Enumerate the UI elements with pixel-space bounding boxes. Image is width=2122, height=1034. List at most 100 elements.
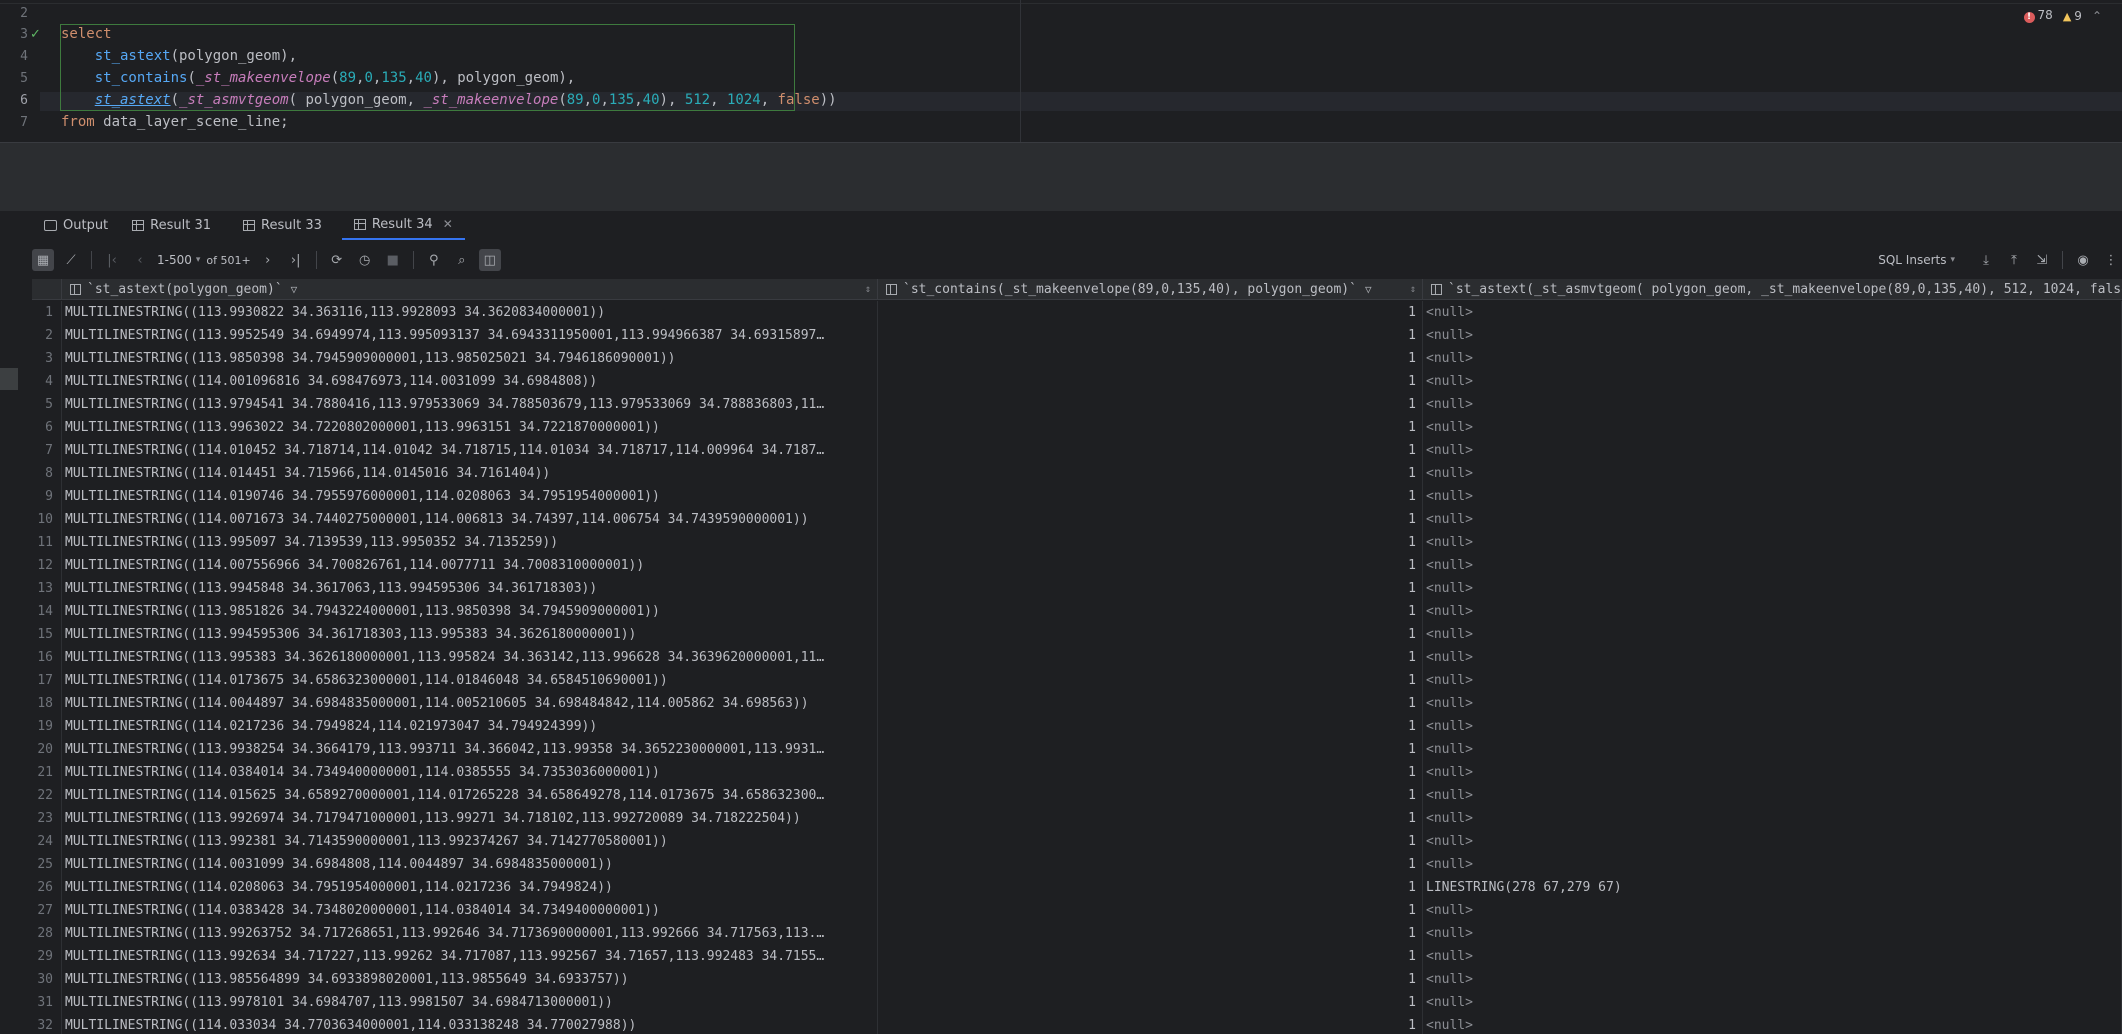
- table-row[interactable]: 28 MULTILINESTRING((113.99263752 34.71726…: [32, 922, 2122, 945]
- output-format-dropdown[interactable]: SQL Inserts ▾: [1878, 253, 1955, 267]
- cell-asmvtgeom[interactable]: <null>: [1423, 945, 2122, 968]
- upload-icon[interactable]: ⤒: [2003, 249, 2025, 271]
- cell-astext[interactable]: MULTILINESTRING((113.9952549 34.6949974,…: [62, 324, 878, 347]
- table-row[interactable]: 29 MULTILINESTRING((113.992634 34.717227,…: [32, 945, 2122, 968]
- cell-contains[interactable]: 1: [878, 853, 1423, 876]
- cell-asmvtgeom[interactable]: <null>: [1423, 393, 2122, 416]
- filter-icon[interactable]: ▽: [1365, 283, 1372, 296]
- table-row[interactable]: 24 MULTILINESTRING((113.992381 34.7143590…: [32, 830, 2122, 853]
- results-grid[interactable]: `st_astext(polygon_geom)` ▽ ⇕ `st_contai…: [32, 279, 2122, 1034]
- cell-astext[interactable]: MULTILINESTRING((113.99263752 34.7172686…: [62, 922, 878, 945]
- table-row[interactable]: 11 MULTILINESTRING((113.995097 34.7139539…: [32, 531, 2122, 554]
- page-size-dropdown[interactable]: 1-500 ▾: [157, 253, 200, 267]
- cell-asmvtgeom[interactable]: <null>: [1423, 600, 2122, 623]
- search-icon[interactable]: ⌕: [451, 249, 473, 271]
- cell-contains[interactable]: 1: [878, 1014, 1423, 1034]
- cell-astext[interactable]: MULTILINESTRING((114.001096816 34.698476…: [62, 370, 878, 393]
- cell-contains[interactable]: 1: [878, 347, 1423, 370]
- cell-astext[interactable]: MULTILINESTRING((114.007556966 34.700826…: [62, 554, 878, 577]
- cell-asmvtgeom[interactable]: <null>: [1423, 968, 2122, 991]
- cell-contains[interactable]: 1: [878, 876, 1423, 899]
- page-total[interactable]: of 501+: [206, 254, 250, 267]
- errors-indicator[interactable]: ! 78: [2023, 8, 2053, 23]
- cell-asmvtgeom[interactable]: <null>: [1423, 646, 2122, 669]
- code-line[interactable]: st_astext(_st_asmvtgeom( polygon_geom, _…: [61, 92, 837, 108]
- cell-astext[interactable]: MULTILINESTRING((114.014451 34.715966,11…: [62, 462, 878, 485]
- table-row[interactable]: 15 MULTILINESTRING((113.994595306 34.3617…: [32, 623, 2122, 646]
- cell-asmvtgeom[interactable]: <null>: [1423, 738, 2122, 761]
- previous-page-icon[interactable]: ‹: [129, 249, 151, 271]
- cell-contains[interactable]: 1: [878, 485, 1423, 508]
- cell-astext[interactable]: MULTILINESTRING((113.992381 34.714359000…: [62, 830, 878, 853]
- cell-asmvtgeom[interactable]: <null>: [1423, 508, 2122, 531]
- cell-contains[interactable]: 1: [878, 439, 1423, 462]
- refresh-icon[interactable]: ⟳: [326, 249, 348, 271]
- cell-contains[interactable]: 1: [878, 922, 1423, 945]
- cell-astext[interactable]: MULTILINESTRING((114.0071673 34.74402750…: [62, 508, 878, 531]
- table-row[interactable]: 3 MULTILINESTRING((113.9850398 34.7945909…: [32, 347, 2122, 370]
- cell-astext[interactable]: MULTILINESTRING((113.995383 34.362618000…: [62, 646, 878, 669]
- column-header-asmvtgeom[interactable]: `st_astext(_st_asmvtgeom( polygon_geom, …: [1423, 279, 2122, 300]
- first-page-icon[interactable]: |‹: [101, 249, 123, 271]
- table-row[interactable]: 10 MULTILINESTRING((114.0071673 34.744027…: [32, 508, 2122, 531]
- cell-asmvtgeom[interactable]: <null>: [1423, 301, 2122, 324]
- cell-astext[interactable]: MULTILINESTRING((114.0217236 34.7949824,…: [62, 715, 878, 738]
- cell-contains[interactable]: 1: [878, 301, 1423, 324]
- cell-astext[interactable]: MULTILINESTRING((114.010452 34.718714,11…: [62, 439, 878, 462]
- cell-contains[interactable]: 1: [878, 991, 1423, 1014]
- cell-astext[interactable]: MULTILINESTRING((114.0383428 34.73480200…: [62, 899, 878, 922]
- cell-astext[interactable]: MULTILINESTRING((113.992634 34.717227,11…: [62, 945, 878, 968]
- cell-asmvtgeom[interactable]: <null>: [1423, 1014, 2122, 1034]
- last-page-icon[interactable]: ›|: [285, 249, 307, 271]
- cell-contains[interactable]: 1: [878, 784, 1423, 807]
- cell-asmvtgeom[interactable]: <null>: [1423, 370, 2122, 393]
- cell-asmvtgeom[interactable]: <null>: [1423, 853, 2122, 876]
- cell-contains[interactable]: 1: [878, 416, 1423, 439]
- table-row[interactable]: 21 MULTILINESTRING((114.0384014 34.734940…: [32, 761, 2122, 784]
- cell-contains[interactable]: 1: [878, 600, 1423, 623]
- tab-result-33[interactable]: Result 33: [231, 210, 334, 240]
- table-row[interactable]: 25 MULTILINESTRING((114.0031099 34.698480…: [32, 853, 2122, 876]
- table-row[interactable]: 17 MULTILINESTRING((114.0173675 34.658632…: [32, 669, 2122, 692]
- table-row[interactable]: 19 MULTILINESTRING((114.0217236 34.794982…: [32, 715, 2122, 738]
- table-row[interactable]: 2 MULTILINESTRING((113.9952549 34.6949974…: [32, 324, 2122, 347]
- table-row[interactable]: 18 MULTILINESTRING((114.0044897 34.698483…: [32, 692, 2122, 715]
- cell-contains[interactable]: 1: [878, 715, 1423, 738]
- cell-astext[interactable]: MULTILINESTRING((113.9930822 34.363116,1…: [62, 301, 878, 324]
- table-row[interactable]: 9 MULTILINESTRING((114.0190746 34.7955976…: [32, 485, 2122, 508]
- cell-asmvtgeom[interactable]: <null>: [1423, 485, 2122, 508]
- cell-asmvtgeom[interactable]: <null>: [1423, 807, 2122, 830]
- cell-asmvtgeom[interactable]: <null>: [1423, 784, 2122, 807]
- column-header-astext[interactable]: `st_astext(polygon_geom)` ▽ ⇕: [62, 279, 878, 300]
- export-icon[interactable]: ⤓: [1975, 249, 1997, 271]
- cell-asmvtgeom[interactable]: <null>: [1423, 554, 2122, 577]
- side-panel-handle[interactable]: [0, 368, 18, 390]
- cell-astext[interactable]: MULTILINESTRING((114.0173675 34.65863230…: [62, 669, 878, 692]
- cell-asmvtgeom[interactable]: <null>: [1423, 899, 2122, 922]
- cell-asmvtgeom[interactable]: <null>: [1423, 623, 2122, 646]
- cell-asmvtgeom[interactable]: <null>: [1423, 439, 2122, 462]
- tab-result-31[interactable]: Result 31: [120, 210, 223, 240]
- cell-contains[interactable]: 1: [878, 830, 1423, 853]
- cell-astext[interactable]: MULTILINESTRING((113.9850398 34.79459090…: [62, 347, 878, 370]
- table-row[interactable]: 26 MULTILINESTRING((114.0208063 34.795195…: [32, 876, 2122, 899]
- cell-asmvtgeom[interactable]: <null>: [1423, 462, 2122, 485]
- cell-contains[interactable]: 1: [878, 807, 1423, 830]
- cell-contains[interactable]: 1: [878, 531, 1423, 554]
- cell-asmvtgeom[interactable]: <null>: [1423, 922, 2122, 945]
- table-row[interactable]: 27 MULTILINESTRING((114.0383428 34.734802…: [32, 899, 2122, 922]
- cell-contains[interactable]: 1: [878, 393, 1423, 416]
- cell-contains[interactable]: 1: [878, 738, 1423, 761]
- cell-contains[interactable]: 1: [878, 692, 1423, 715]
- cell-astext[interactable]: MULTILINESTRING((113.9851826 34.79432240…: [62, 600, 878, 623]
- filter-icon[interactable]: ▽: [291, 283, 298, 296]
- tab-result-34[interactable]: Result 34 ✕: [341, 210, 465, 240]
- cell-asmvtgeom[interactable]: <null>: [1423, 761, 2122, 784]
- cell-asmvtgeom[interactable]: <null>: [1423, 669, 2122, 692]
- sort-icon[interactable]: ⇕: [1410, 284, 1416, 295]
- cell-contains[interactable]: 1: [878, 646, 1423, 669]
- cell-asmvtgeom[interactable]: <null>: [1423, 416, 2122, 439]
- table-row[interactable]: 7 MULTILINESTRING((114.010452 34.718714,1…: [32, 439, 2122, 462]
- table-row[interactable]: 16 MULTILINESTRING((113.995383 34.3626180…: [32, 646, 2122, 669]
- code-line[interactable]: st_astext(polygon_geom),: [61, 48, 297, 64]
